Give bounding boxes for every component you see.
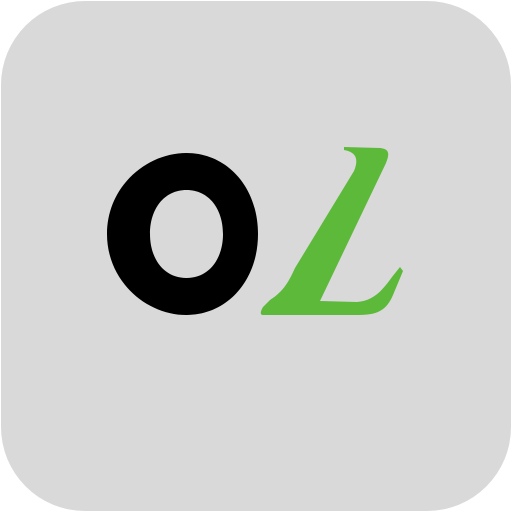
letter-l-glyph <box>260 147 403 315</box>
app-icon[interactable] <box>1 1 511 511</box>
letter-o-glyph <box>107 153 258 315</box>
ol-logo <box>107 147 403 315</box>
